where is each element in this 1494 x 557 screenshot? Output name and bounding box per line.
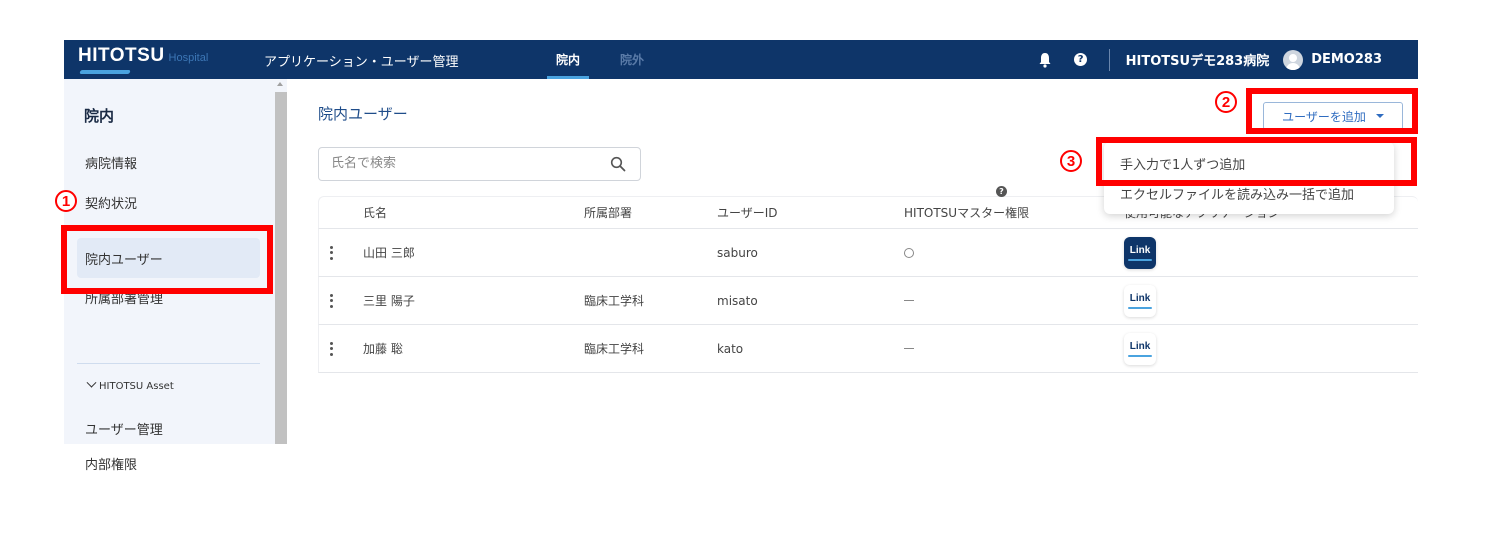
cell-master-permission xyxy=(904,325,914,372)
logo-subtext: Hospital xyxy=(168,52,209,64)
link-app-icon[interactable]: Link xyxy=(1124,236,1156,269)
search-field[interactable] xyxy=(318,147,641,181)
row-menu-button[interactable] xyxy=(329,325,333,372)
user-avatar-icon[interactable] xyxy=(1283,49,1304,70)
cell-user-id: misato xyxy=(717,293,758,308)
cell-apps: Link xyxy=(1124,325,1156,372)
page-title: 院内ユーザー xyxy=(318,105,408,123)
search-icon[interactable] xyxy=(610,156,626,172)
chevron-down-icon xyxy=(86,377,97,388)
kebab-menu-icon[interactable] xyxy=(329,341,333,356)
kebab-menu-icon[interactable] xyxy=(329,245,333,260)
cell-apps: Link xyxy=(1124,277,1156,324)
link-app-icon[interactable]: Link xyxy=(1124,332,1156,365)
cell-name: 山田 三郎 xyxy=(363,246,415,260)
hospital-name: HITOTSUデモ283病院 xyxy=(1125,54,1270,69)
cell-apps: Link xyxy=(1124,229,1156,276)
search-input[interactable] xyxy=(331,156,591,171)
sidebar-item-contract[interactable]: 契約状況 xyxy=(77,182,260,222)
users-table: 氏名 所属部署 ユーザーID HITOTSUマスター権限 ? 使用可能なアプリケ… xyxy=(318,186,1418,373)
sidebar-group-label: HITOTSU Asset xyxy=(99,381,174,392)
kebab-menu-icon[interactable] xyxy=(329,293,333,308)
sidebar-item-internal-permissions[interactable]: 内部権限 xyxy=(77,448,260,478)
annotation-box-2 xyxy=(1246,88,1418,134)
logo-underline xyxy=(79,70,131,74)
cell-master-permission xyxy=(904,229,914,276)
dash-mark-icon xyxy=(904,300,914,301)
sidebar-item-hospital-info[interactable]: 病院情報 xyxy=(77,142,260,182)
help-icon[interactable]: ? xyxy=(1073,52,1089,68)
row-menu-button[interactable] xyxy=(329,277,333,324)
table-row[interactable]: 山田 三郎 saburo Link xyxy=(318,229,1418,277)
logo-text: HITOTSU xyxy=(78,45,165,66)
link-app-label: Link xyxy=(1129,292,1151,304)
master-permission-help-icon[interactable]: ? xyxy=(996,186,1007,197)
link-app-icon[interactable]: Link xyxy=(1124,284,1156,317)
bell-icon[interactable] xyxy=(1037,52,1053,68)
sidebar-item-user-management[interactable]: ユーザー管理 xyxy=(77,408,260,448)
cell-user-id: saburo xyxy=(717,245,758,260)
cell-name: 三里 陽子 xyxy=(363,294,415,308)
sidebar-scrollbar[interactable] xyxy=(274,79,287,444)
scroll-up-arrow-icon[interactable] xyxy=(277,82,283,86)
user-name[interactable]: DEMO283 xyxy=(1311,52,1382,67)
cell-user-id: kato xyxy=(717,341,744,356)
circle-mark-icon xyxy=(904,247,914,258)
sidebar-title: 院内 xyxy=(84,107,115,125)
sidebar-divider xyxy=(77,363,260,364)
annotation-number-1: 1 xyxy=(55,190,77,212)
top-header: HITOTSU Hospital アプリケーション・ユーザー管理 院内 院外 ? … xyxy=(64,40,1418,79)
sidebar-group-hitotsu-asset[interactable]: HITOTSU Asset xyxy=(86,377,174,392)
annotation-number-2: 2 xyxy=(1215,91,1237,113)
header-divider xyxy=(1108,48,1110,71)
link-app-label: Link xyxy=(1129,244,1151,256)
link-app-label: Link xyxy=(1129,340,1151,352)
annotation-number-3: 3 xyxy=(1060,150,1082,172)
cell-department: 臨床工学科 xyxy=(584,294,645,308)
help-glyph: ? xyxy=(1074,53,1088,66)
table-row[interactable]: 三里 陽子 臨床工学科 misato Link xyxy=(318,277,1418,325)
annotation-box-3 xyxy=(1096,137,1417,186)
hitotsu-logo[interactable]: HITOTSU Hospital xyxy=(78,45,209,74)
row-menu-button[interactable] xyxy=(329,229,333,276)
tab-in-hospital[interactable]: 院内 xyxy=(547,40,589,79)
dash-mark-icon xyxy=(904,348,914,349)
column-header-master-permission[interactable]: HITOTSUマスター権限 xyxy=(904,197,1029,228)
cell-department: 臨床工学科 xyxy=(584,342,645,356)
table-row[interactable]: 加藤 聡 臨床工学科 kato Link xyxy=(318,325,1418,373)
scrollbar-thumb[interactable] xyxy=(275,92,287,444)
column-header-department[interactable]: 所属部署 xyxy=(584,197,632,228)
cell-master-permission xyxy=(904,277,914,324)
column-header-user-id[interactable]: ユーザーID xyxy=(717,197,778,228)
header-right: ? HITOTSUデモ283病院 DEMO283 xyxy=(1027,40,1382,79)
cell-name: 加藤 聡 xyxy=(363,342,403,356)
tab-out-hospital[interactable]: 院外 xyxy=(620,40,644,79)
annotation-box-1 xyxy=(61,225,273,294)
app-title: アプリケーション・ユーザー管理 xyxy=(264,55,459,70)
column-header-name[interactable]: 氏名 xyxy=(363,197,387,228)
